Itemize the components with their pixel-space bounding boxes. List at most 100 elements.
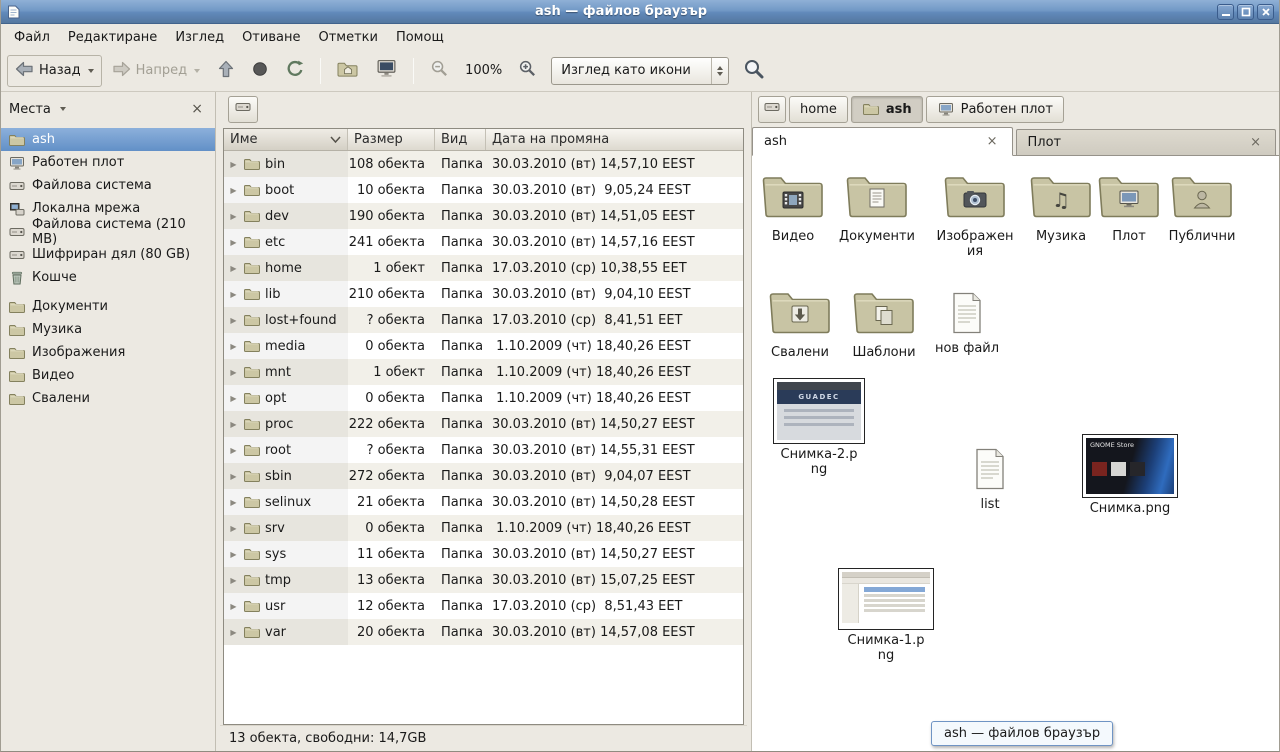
sidebar-close-button[interactable]: × — [187, 100, 207, 118]
tab-close-icon[interactable]: × — [984, 134, 1001, 149]
sidebar-item[interactable]: Кошче — [1, 266, 215, 289]
maximize-button[interactable] — [1237, 4, 1254, 20]
file-icon-item[interactable]: GUADECСнимка-2.png — [767, 378, 871, 477]
menu-item[interactable]: Отметки — [309, 26, 386, 49]
zoom-out-button[interactable] — [422, 55, 457, 87]
expander-icon[interactable]: ▶ — [228, 472, 239, 481]
sidebar-item[interactable]: Музика — [1, 318, 215, 341]
expander-icon[interactable]: ▶ — [228, 524, 239, 533]
minimize-button[interactable] — [1217, 4, 1234, 20]
tree-row[interactable]: ▶usr12 обектаПапка17.03.2010 (ср) 8,51,4… — [224, 593, 743, 619]
expander-icon[interactable]: ▶ — [228, 316, 239, 325]
sidebar-item[interactable]: Шифриран дял (80 GB) — [1, 243, 215, 266]
file-icon-item[interactable]: GNOME StoreСнимка.png — [1078, 434, 1182, 516]
sidebar-selector-chevron-icon[interactable] — [60, 107, 66, 111]
menu-item[interactable]: Редактиране — [59, 26, 166, 49]
file-icon-item[interactable]: Документи — [825, 172, 929, 244]
tree-row[interactable]: ▶boot10 обектаПапка30.03.2010 (вт) 9,05,… — [224, 177, 743, 203]
expander-icon[interactable]: ▶ — [228, 498, 239, 507]
tab[interactable]: ash× — [752, 127, 1013, 156]
expander-icon[interactable]: ▶ — [228, 238, 239, 247]
icon-canvas[interactable]: ВидеоДокументиИзображения♫МузикаПлотПубл… — [752, 156, 1279, 751]
expander-icon[interactable]: ▶ — [228, 264, 239, 273]
path-button[interactable]: Работен плот — [926, 96, 1064, 123]
expander-icon[interactable]: ▶ — [228, 212, 239, 221]
tree-row[interactable]: ▶sys11 обектаПапка30.03.2010 (вт) 14,50,… — [224, 541, 743, 567]
file-icon-item[interactable]: Публични — [1150, 172, 1254, 244]
sidebar-item[interactable]: Файлова система (210 MB) — [1, 220, 215, 243]
up-button[interactable] — [210, 55, 242, 87]
tree-row[interactable]: ▶etc241 обектаПапка30.03.2010 (вт) 14,57… — [224, 229, 743, 255]
back-button[interactable]: Назад — [7, 55, 102, 87]
sidebar-item[interactable]: Документи — [1, 295, 215, 318]
pathbar-root-button[interactable] — [228, 96, 258, 123]
tree-row[interactable]: ▶lib210 обектаПапка30.03.2010 (вт) 9,04,… — [224, 281, 743, 307]
menu-item[interactable]: Изглед — [166, 26, 233, 49]
pathbar-root-button[interactable] — [758, 96, 786, 123]
sidebar-item[interactable]: Файлова система — [1, 174, 215, 197]
back-history-chevron-icon[interactable] — [88, 69, 94, 73]
expander-icon[interactable]: ▶ — [228, 420, 239, 429]
column-header[interactable]: Дата на промяна — [486, 129, 743, 150]
menu-item[interactable]: Помощ — [387, 26, 453, 49]
tree-row[interactable]: ▶tmp13 обектаПапка30.03.2010 (вт) 15,07,… — [224, 567, 743, 593]
tree-row[interactable]: ▶selinux21 обектаПапка30.03.2010 (вт) 14… — [224, 489, 743, 515]
expander-icon[interactable]: ▶ — [228, 186, 239, 195]
tree-row[interactable]: ▶srv0 обектаПапка 1.10.2009 (чт) 18,40,2… — [224, 515, 743, 541]
folder-icon — [243, 625, 261, 639]
tree-row[interactable]: ▶dev190 обектаПапка30.03.2010 (вт) 14,51… — [224, 203, 743, 229]
sidebar-item[interactable]: Свалени — [1, 387, 215, 410]
home-button[interactable] — [329, 55, 366, 87]
tree-row[interactable]: ▶bin108 обектаПапка30.03.2010 (вт) 14,57… — [224, 151, 743, 177]
menu-item[interactable]: Файл — [5, 26, 59, 49]
tree-row[interactable]: ▶mnt1 обектПапка 1.10.2009 (чт) 18,40,26… — [224, 359, 743, 385]
tree-row[interactable]: ▶lost+found? обектаПапка17.03.2010 (ср) … — [224, 307, 743, 333]
expander-icon[interactable]: ▶ — [228, 160, 239, 169]
search-button[interactable] — [735, 55, 773, 87]
sidebar-title[interactable]: Места — [9, 102, 51, 117]
file-icon-item[interactable]: нов файл — [915, 292, 1019, 356]
reload-button[interactable] — [278, 55, 312, 87]
row-date: 30.03.2010 (вт) 9,04,10 EEST — [486, 287, 743, 302]
sidebar-item[interactable]: Работен плот — [1, 151, 215, 174]
combo-spinner-icon[interactable] — [711, 58, 728, 84]
expander-icon[interactable]: ▶ — [228, 628, 239, 637]
tree-row[interactable]: ▶root? обектаПапка30.03.2010 (вт) 14,55,… — [224, 437, 743, 463]
expander-icon[interactable]: ▶ — [228, 602, 239, 611]
sidebar-item[interactable]: Видео — [1, 364, 215, 387]
tree-row[interactable]: ▶opt0 обектаПапка 1.10.2009 (чт) 18,40,2… — [224, 385, 743, 411]
file-icon-item[interactable]: list — [938, 448, 1042, 512]
sidebar-item-label: ash — [32, 132, 55, 147]
stop-button[interactable] — [244, 55, 276, 87]
tree-row[interactable]: ▶proc222 обектаПапка30.03.2010 (вт) 14,5… — [224, 411, 743, 437]
path-button[interactable]: home — [789, 96, 848, 123]
expander-icon[interactable]: ▶ — [228, 368, 239, 377]
tree-row[interactable]: ▶home1 обектПапка17.03.2010 (ср) 10,38,5… — [224, 255, 743, 281]
sidebar-item[interactable]: ash — [1, 128, 215, 151]
tab[interactable]: Плот× — [1016, 129, 1277, 155]
menu-item[interactable]: Отиване — [233, 26, 309, 49]
column-header[interactable]: Размер — [348, 129, 435, 150]
column-header[interactable]: Име — [224, 129, 348, 150]
expander-icon[interactable]: ▶ — [228, 576, 239, 585]
path-button[interactable]: ash — [851, 96, 923, 123]
computer-button[interactable] — [368, 55, 405, 87]
tree-row[interactable]: ▶media0 обектаПапка 1.10.2009 (чт) 18,40… — [224, 333, 743, 359]
close-button[interactable] — [1257, 4, 1274, 20]
tree-row[interactable]: ▶sbin272 обектаПапка30.03.2010 (вт) 9,04… — [224, 463, 743, 489]
forward-history-chevron-icon — [194, 69, 200, 73]
file-icon-item[interactable]: Снимка-1.png — [834, 568, 938, 663]
view-mode-select[interactable]: Изглед като икони — [551, 57, 729, 85]
forward-button[interactable]: Напред — [104, 55, 208, 87]
column-header[interactable]: Вид — [435, 129, 486, 150]
tab-close-icon[interactable]: × — [1247, 135, 1264, 150]
titlebar[interactable]: ash — файлов браузър — [1, 0, 1279, 24]
expander-icon[interactable]: ▶ — [228, 550, 239, 559]
expander-icon[interactable]: ▶ — [228, 342, 239, 351]
tree-row[interactable]: ▶var20 обектаПапка30.03.2010 (вт) 14,57,… — [224, 619, 743, 645]
zoom-in-button[interactable] — [510, 55, 545, 87]
sidebar-item[interactable]: Изображения — [1, 341, 215, 364]
expander-icon[interactable]: ▶ — [228, 394, 239, 403]
expander-icon[interactable]: ▶ — [228, 290, 239, 299]
expander-icon[interactable]: ▶ — [228, 446, 239, 455]
